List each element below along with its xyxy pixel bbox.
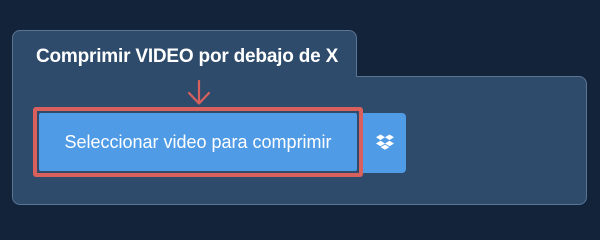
select-video-button[interactable]: Seleccionar video para comprimir [39, 113, 357, 171]
dropbox-button[interactable] [363, 113, 406, 173]
card-title: Comprimir VIDEO por debajo de X [36, 46, 339, 67]
card-tab-join [13, 75, 356, 79]
down-arrow-icon [187, 80, 211, 105]
dropbox-icon [375, 134, 394, 150]
